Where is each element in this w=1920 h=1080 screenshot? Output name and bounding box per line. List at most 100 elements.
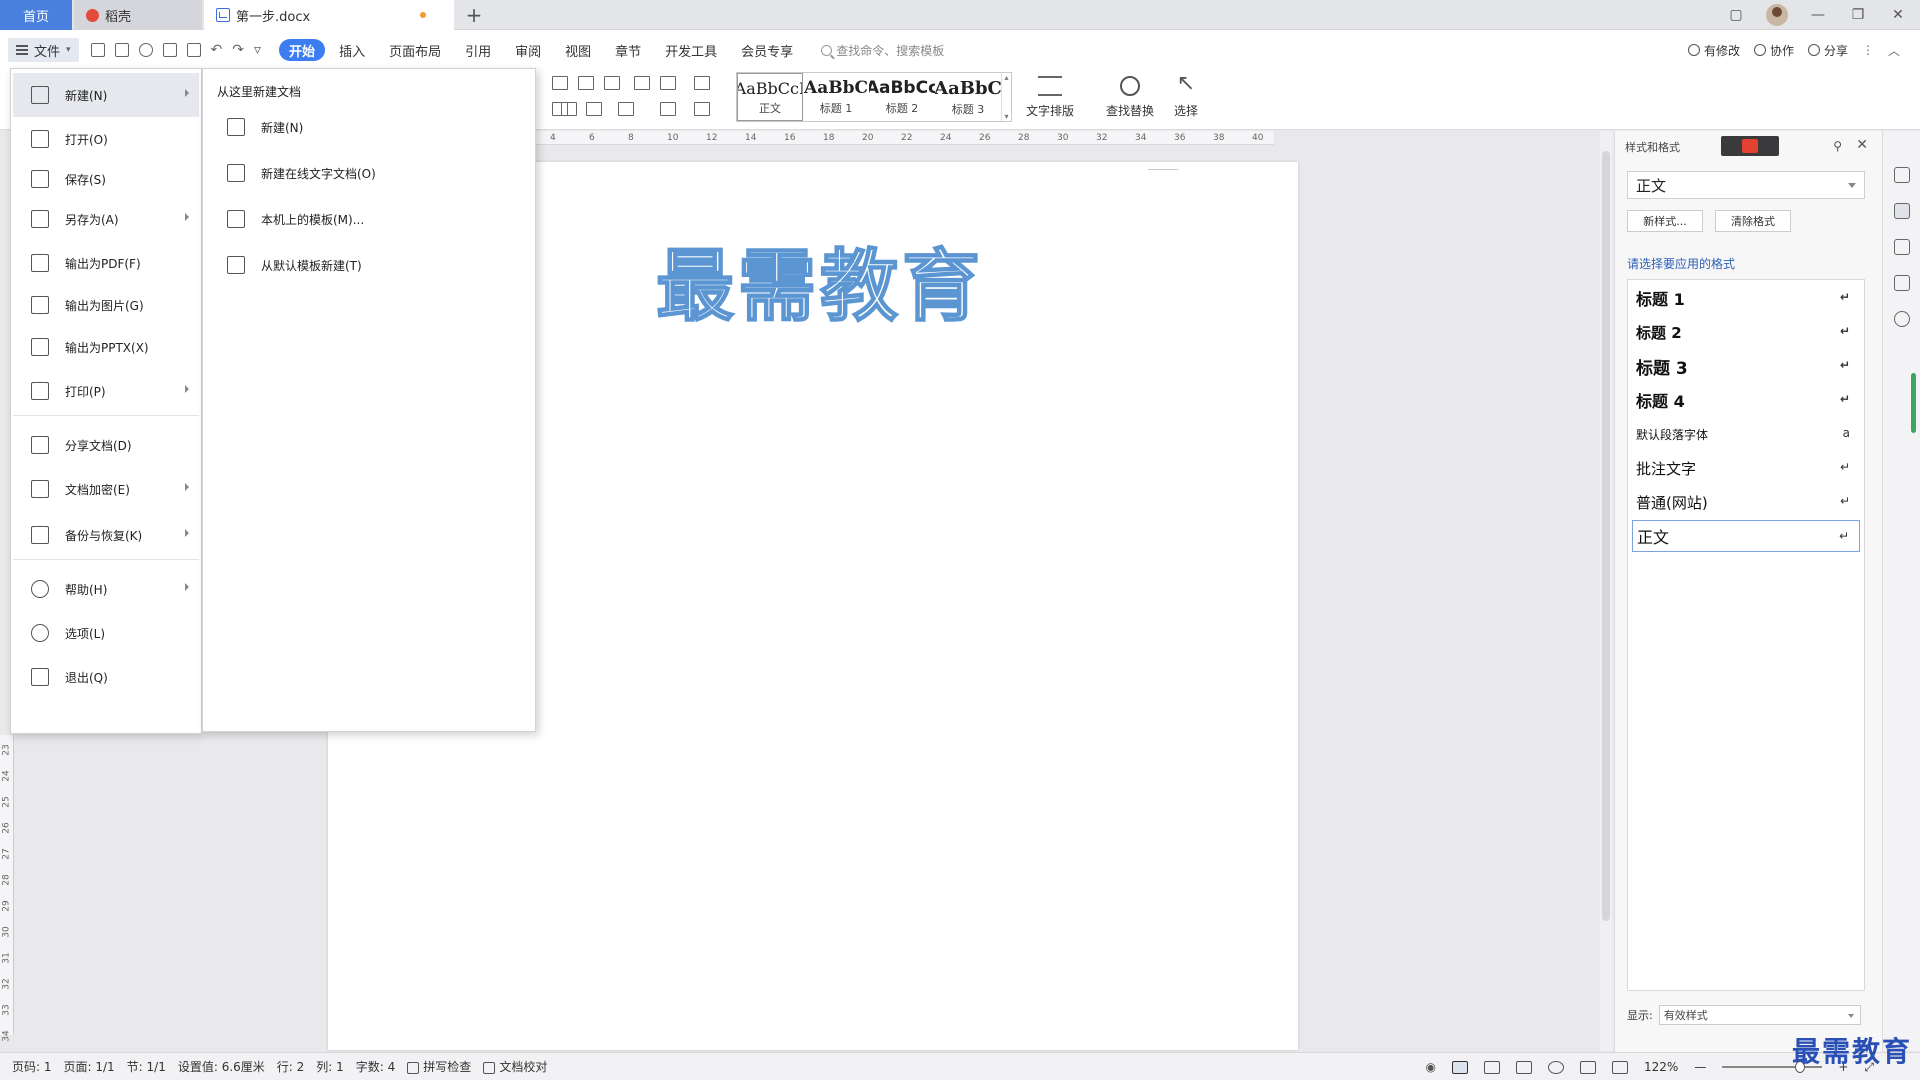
file-menu-item[interactable]: 选项(L): [13, 611, 199, 655]
proofread-button[interactable]: 文档校对: [483, 1058, 547, 1075]
gallery-style-heading1[interactable]: AaBbC 标题 1: [803, 73, 869, 121]
line-spacing-icon[interactable]: [618, 102, 634, 116]
text-direction-icon[interactable]: [604, 76, 620, 90]
gallery-style-normal[interactable]: AaBbCcI 正文: [737, 73, 803, 121]
table-tool-icon[interactable]: [694, 76, 710, 90]
status-pages[interactable]: 页面: 1/1: [64, 1058, 115, 1075]
help-icon[interactable]: [1894, 311, 1910, 327]
tab-6[interactable]: 章节: [605, 39, 651, 61]
status-word-count[interactable]: 字数: 4: [356, 1058, 396, 1075]
clear-format-button[interactable]: 清除格式: [1715, 210, 1791, 232]
borders-icon[interactable]: [694, 102, 710, 116]
tab-4[interactable]: 审阅: [505, 39, 551, 61]
command-search[interactable]: 查找命令、搜索模板: [821, 42, 944, 59]
eye-protection-icon[interactable]: ◉: [1426, 1060, 1436, 1074]
horizontal-ruler[interactable]: 4 6 8 10 12 14 16 18 20 22 24 26 28 30 32 34 36 38 40: [534, 131, 1274, 145]
tab-document[interactable]: 第一步.docx: [204, 0, 454, 30]
tab-home[interactable]: 首页: [0, 0, 72, 30]
pen-style-icon[interactable]: [1894, 203, 1910, 219]
web-view-icon[interactable]: [1548, 1060, 1565, 1074]
tab-3[interactable]: 引用: [455, 39, 501, 61]
file-menu-item[interactable]: 输出为PPTX(X): [13, 325, 199, 369]
status-page-number[interactable]: 页码: 1: [12, 1058, 52, 1075]
new-submenu-item[interactable]: 新建(N): [227, 107, 303, 147]
file-menu-item[interactable]: 帮助(H): [13, 567, 199, 611]
status-setting[interactable]: 设置值: 6.6厘米: [178, 1058, 265, 1075]
style-list-item[interactable]: 普通(网站) ↵: [1632, 486, 1860, 518]
new-submenu-item[interactable]: 本机上的模板(M)...: [227, 199, 364, 239]
text-layout-button[interactable]: 文字排版: [1026, 72, 1074, 119]
styles-panel-title[interactable]: 样式和格式: [1625, 139, 1680, 155]
pin-icon[interactable]: ⚲: [1833, 139, 1842, 153]
file-menu-item[interactable]: 打印(P): [13, 369, 199, 413]
shading-icon[interactable]: [660, 102, 676, 116]
status-section[interactable]: 节: 1/1: [127, 1058, 166, 1075]
document-scrollbar[interactable]: [1600, 131, 1612, 1051]
justify-icon[interactable]: [561, 102, 577, 116]
select-button[interactable]: ↖ 选择: [1174, 72, 1198, 119]
file-menu-item[interactable]: 文档加密(E): [13, 467, 199, 511]
tab-0[interactable]: 开始: [279, 39, 326, 61]
show-filter-select[interactable]: 有效样式: [1658, 1005, 1861, 1025]
gallery-style-heading2[interactable]: AaBbCc 标题 2: [869, 73, 935, 121]
style-list-item[interactable]: 默认段落字体 a: [1632, 418, 1860, 450]
decrease-indent-icon[interactable]: [552, 76, 568, 90]
page-view-icon[interactable]: [1452, 1060, 1469, 1074]
line-break-icon[interactable]: [660, 76, 676, 90]
file-menu-item[interactable]: 退出(Q): [13, 655, 199, 699]
outline-view-icon[interactable]: [1484, 1060, 1501, 1074]
side-panel-indicator[interactable]: [1911, 373, 1916, 433]
style-list-item[interactable]: 批注文字 ↵: [1632, 452, 1860, 484]
vertical-ruler[interactable]: 23 24 25 26 27 28 29 30 31 32 33 34: [0, 735, 14, 1042]
increase-indent-icon[interactable]: [578, 76, 594, 90]
rocket-icon[interactable]: [1894, 167, 1910, 183]
tab-1[interactable]: 插入: [329, 39, 375, 61]
gallery-scroll[interactable]: ▴ ▾: [1001, 73, 1011, 121]
tab-8[interactable]: 会员专享: [731, 39, 803, 61]
tab-daoke[interactable]: 稻壳: [74, 0, 202, 30]
document-text[interactable]: 最需教育: [655, 224, 984, 336]
gallery-style-heading3[interactable]: AaBbC 标题 3: [935, 73, 1001, 121]
style-list-item[interactable]: 标题 3 ↵: [1632, 350, 1860, 382]
tab-2[interactable]: 页面布局: [379, 39, 451, 61]
restore-button[interactable]: ❐: [1848, 7, 1868, 23]
file-menu-item[interactable]: 新建(N): [13, 73, 199, 117]
style-list-item[interactable]: 标题 2 ↵: [1632, 316, 1860, 348]
new-submenu-item[interactable]: 从默认模板新建(T): [227, 245, 362, 285]
share-button[interactable]: 分享: [1807, 42, 1848, 59]
close-window-button[interactable]: ✕: [1888, 7, 1908, 23]
window-layout-icon[interactable]: ▢: [1726, 7, 1746, 23]
new-submenu-item[interactable]: 新建在线文字文档(O): [227, 153, 376, 193]
collaborate-button[interactable]: 协作: [1753, 42, 1794, 59]
undo-icon[interactable]: ↶: [211, 42, 223, 58]
tab-7[interactable]: 开发工具: [655, 39, 727, 61]
print-icon[interactable]: [162, 43, 177, 57]
fit-page-icon[interactable]: [1612, 1060, 1629, 1074]
redo-icon[interactable]: ↷: [232, 42, 244, 58]
file-menu-item[interactable]: 备份与恢复(K): [13, 513, 199, 557]
file-menu-button[interactable]: 文件 ▾: [8, 38, 79, 62]
file-menu-item[interactable]: 另存为(A): [13, 197, 199, 241]
file-menu-item[interactable]: 分享文档(D): [13, 423, 199, 467]
zoom-out-icon[interactable]: —: [1694, 1060, 1706, 1074]
print-preview-icon[interactable]: [186, 43, 201, 57]
find-replace-button[interactable]: 查找替换: [1106, 72, 1154, 119]
file-menu-item[interactable]: 输出为PDF(F): [13, 241, 199, 285]
minimize-button[interactable]: —: [1808, 7, 1828, 23]
new-style-button[interactable]: 新样式...: [1627, 210, 1703, 232]
collapse-ribbon-icon[interactable]: ︿: [1888, 42, 1900, 59]
new-doc-icon[interactable]: [90, 43, 105, 57]
reading-view-icon[interactable]: [1516, 1060, 1533, 1074]
current-style-select[interactable]: 正文: [1627, 171, 1865, 199]
sogou-ime-icon[interactable]: [1721, 136, 1779, 156]
revisions-button[interactable]: 有修改: [1687, 42, 1740, 59]
write-mode-icon[interactable]: [1580, 1060, 1597, 1074]
avatar[interactable]: [1766, 4, 1788, 26]
format-painter-icon[interactable]: [138, 43, 153, 57]
more-icon[interactable]: ⋮: [1862, 43, 1874, 57]
close-icon[interactable]: ✕: [1856, 137, 1868, 153]
customize-toolbar-icon[interactable]: ▿: [254, 42, 261, 58]
style-list-item[interactable]: 标题 1 ↵: [1632, 282, 1860, 314]
style-list-item[interactable]: 正文 ↵: [1632, 520, 1860, 552]
scrollbar-thumb[interactable]: [1602, 151, 1610, 921]
